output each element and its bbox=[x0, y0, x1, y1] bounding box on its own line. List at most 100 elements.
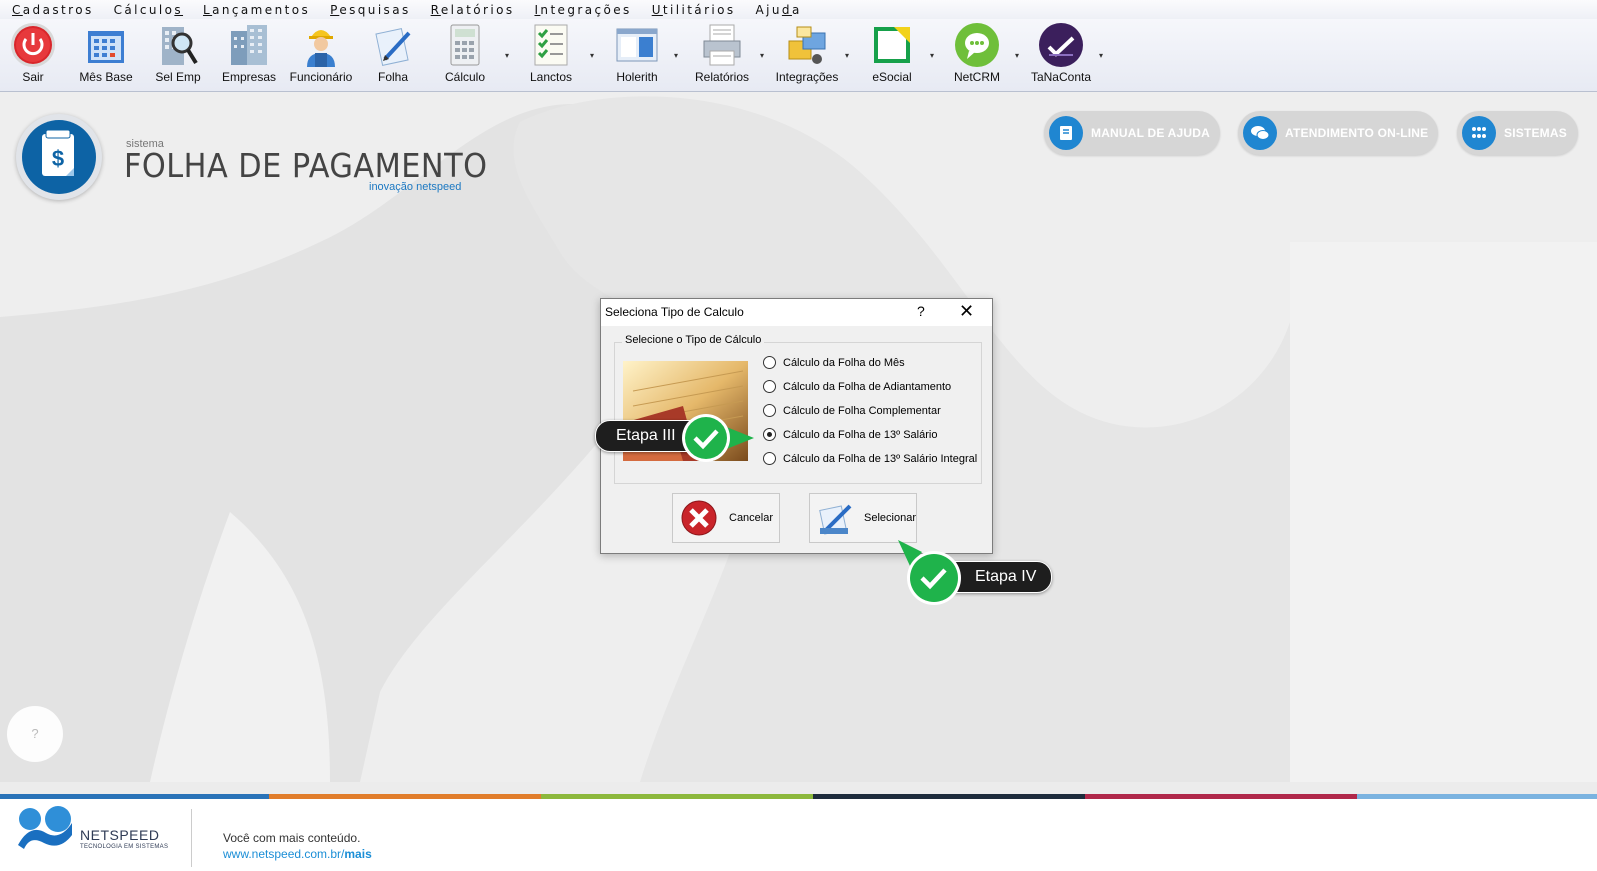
payroll-document-icon: $ bbox=[42, 129, 74, 176]
holerith-button[interactable]: Holerith bbox=[601, 19, 673, 89]
netspeed-name: NETSPEED bbox=[80, 827, 160, 843]
step-4-label: Etapa IV bbox=[975, 568, 1037, 585]
radio-folha-13-salario[interactable]: Cálculo da Folha de 13º Salário bbox=[763, 428, 937, 441]
sair-button[interactable]: Sair bbox=[0, 19, 69, 89]
menu-cadastros[interactable]: Cadastros bbox=[12, 3, 94, 17]
radio-button[interactable] bbox=[763, 428, 776, 441]
folha-button[interactable]: Folha bbox=[357, 19, 429, 89]
esocial-button[interactable]: eSocial bbox=[856, 19, 928, 89]
folha-label: Folha bbox=[377, 70, 409, 84]
dialog-titlebar: Seleciona Tipo de Calculo ? ✕ bbox=[601, 299, 992, 326]
radio-label: Cálculo da Folha de 13º Salário Integral bbox=[783, 452, 978, 465]
printer-icon bbox=[698, 21, 746, 69]
chat-icon bbox=[1243, 116, 1277, 150]
menu-ajuda[interactable]: Ajuda bbox=[756, 3, 802, 17]
netcrm-dropdown[interactable]: ▾ bbox=[1015, 51, 1019, 60]
atendimento-online-button[interactable]: ATENDIMENTO ON-LINE bbox=[1238, 111, 1438, 155]
calculo-label: Cálculo bbox=[444, 70, 486, 84]
relatorios-button[interactable]: Relatórios bbox=[686, 19, 758, 89]
dialog-close-button[interactable]: ✕ bbox=[959, 301, 974, 322]
footer-link[interactable]: www.netspeed.com.br/mais bbox=[223, 847, 372, 861]
select-label: Selecionar bbox=[864, 512, 916, 524]
document-pen-icon bbox=[369, 21, 417, 69]
netcrm-button[interactable]: NetCRM bbox=[941, 19, 1013, 89]
radio-folha-mes[interactable]: Cálculo da Folha do Mês bbox=[763, 356, 905, 369]
help-button[interactable]: ? bbox=[7, 706, 63, 762]
funcionario-label: Funcionário bbox=[289, 70, 353, 84]
integracoes-button[interactable]: Integrações bbox=[771, 19, 843, 89]
netspeed-logo bbox=[18, 806, 72, 849]
window-icon bbox=[613, 21, 661, 69]
radio-folha-complementar[interactable]: Cálculo de Folha Complementar bbox=[763, 404, 941, 417]
power-icon bbox=[9, 21, 57, 69]
radio-folha-13-salario-integral[interactable]: Cálculo da Folha de 13º Salário Integral bbox=[763, 452, 977, 465]
empresas-button[interactable]: Empresas bbox=[213, 19, 285, 89]
step-3-label: Etapa III bbox=[616, 427, 676, 444]
footer-link-prefix: www.netspeed.com.br/ bbox=[223, 847, 345, 861]
cancel-label: Cancelar bbox=[729, 512, 774, 524]
radio-label: Cálculo da Folha de Adiantamento bbox=[783, 380, 952, 393]
esocial-dropdown[interactable]: ▾ bbox=[930, 51, 934, 60]
menu-pesquisas[interactable]: Pesquisas bbox=[330, 3, 411, 17]
menu-lancamentos[interactable]: Lançamentos bbox=[203, 3, 310, 17]
sistemas-label: SISTEMAS bbox=[1504, 126, 1567, 140]
menu-integracoes[interactable]: Integrações bbox=[534, 3, 631, 17]
esocial-icon bbox=[868, 21, 916, 69]
esocial-label: eSocial bbox=[872, 70, 912, 84]
check-badge-icon bbox=[682, 414, 754, 462]
menu-utilitarios[interactable]: Utilitários bbox=[652, 3, 736, 17]
tanaconta-button[interactable]: TaNaConta bbox=[1025, 19, 1097, 89]
chat-bubble-icon bbox=[953, 21, 1001, 69]
integration-icon bbox=[783, 21, 831, 69]
check-badge-icon bbox=[898, 540, 961, 605]
cancel-button[interactable]: Cancelar bbox=[672, 493, 780, 543]
menu-relatorios[interactable]: Relatórios bbox=[431, 3, 515, 17]
sel-emp-label: Sel Emp bbox=[155, 70, 201, 84]
cancel-x-icon bbox=[681, 500, 717, 536]
brand-logo: $ bbox=[16, 114, 102, 200]
footer-divider bbox=[191, 809, 192, 867]
calculo-button[interactable]: Cálculo bbox=[429, 19, 501, 89]
radio-button[interactable] bbox=[763, 452, 776, 465]
sel-emp-button[interactable]: Sel Emp bbox=[142, 19, 214, 89]
relatorios-dropdown[interactable]: ▾ bbox=[760, 51, 764, 60]
checklist-icon bbox=[527, 21, 575, 69]
tanaconta-dropdown[interactable]: ▾ bbox=[1099, 51, 1103, 60]
mes-base-label: Mês Base bbox=[79, 70, 133, 84]
footer-tagline: Você com mais conteúdo. bbox=[223, 831, 361, 845]
empresas-label: Empresas bbox=[221, 70, 277, 84]
radio-folha-adiantamento[interactable]: Cálculo da Folha de Adiantamento bbox=[763, 380, 951, 393]
tanaconta-label: TaNaConta bbox=[1030, 70, 1092, 84]
calculator-icon bbox=[441, 21, 489, 69]
dialog-title: Seleciona Tipo de Calculo bbox=[605, 305, 744, 319]
lanctos-label: Lanctos bbox=[529, 70, 573, 84]
radio-label: Cálculo de Folha Complementar bbox=[783, 404, 941, 417]
funcionario-button[interactable]: Funcionário bbox=[285, 19, 357, 89]
lanctos-button[interactable]: Lanctos bbox=[515, 19, 587, 89]
calendar-icon bbox=[82, 21, 130, 69]
mes-base-button[interactable]: Mês Base bbox=[70, 19, 142, 89]
buildings-icon bbox=[225, 21, 273, 69]
netcrm-label: NetCRM bbox=[953, 70, 1000, 84]
holerith-label: Holerith bbox=[616, 70, 658, 84]
sair-label: Sair bbox=[22, 70, 44, 84]
radio-button[interactable] bbox=[763, 380, 776, 393]
svg-text:$: $ bbox=[52, 146, 64, 171]
menu-calculos[interactable]: Cálculos bbox=[114, 3, 183, 17]
brand-subtitle: inovação netspeed bbox=[369, 181, 462, 193]
calculo-dropdown[interactable]: ▾ bbox=[505, 51, 509, 60]
dialog-help-button[interactable]: ? bbox=[917, 303, 925, 319]
radio-label: Cálculo da Folha de 13º Salário bbox=[783, 428, 938, 441]
radio-button[interactable] bbox=[763, 404, 776, 417]
menu-bar: Cadastros Cálculos Lançamentos Pesquisas… bbox=[0, 0, 1597, 19]
manual-ajuda-button[interactable]: MANUAL DE AJUDA bbox=[1044, 111, 1220, 155]
toolbar: Sair Mês Base Sel Emp Empresas Funcionár… bbox=[0, 19, 1597, 92]
page-title: FOLHA DE PAGAMENTO bbox=[124, 146, 488, 185]
lanctos-dropdown[interactable]: ▾ bbox=[590, 51, 594, 60]
sistemas-button[interactable]: SISTEMAS bbox=[1457, 111, 1578, 155]
manual-ajuda-label: MANUAL DE AJUDA bbox=[1091, 126, 1211, 140]
grid-dots-icon bbox=[1462, 116, 1496, 150]
integracoes-dropdown[interactable]: ▾ bbox=[845, 51, 849, 60]
radio-button[interactable] bbox=[763, 356, 776, 369]
holerith-dropdown[interactable]: ▾ bbox=[674, 51, 678, 60]
